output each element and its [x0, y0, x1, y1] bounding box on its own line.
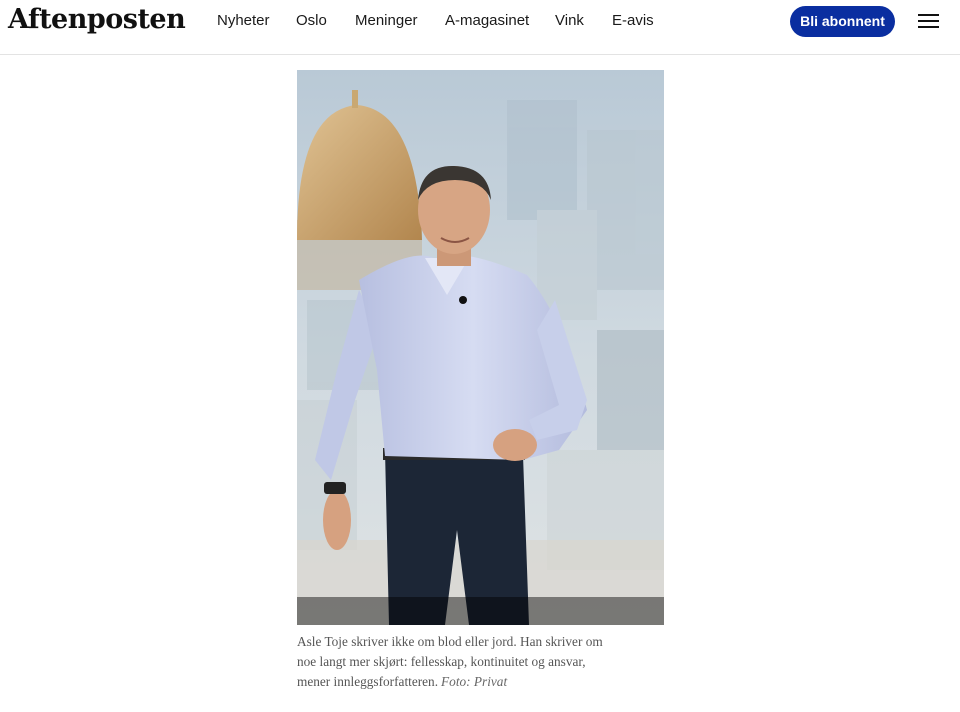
subscribe-button[interactable]: Bli abonnent — [790, 6, 895, 37]
nav-item-oslo[interactable]: Oslo — [296, 12, 327, 30]
caption-line: Asle Toje skriver ikke om blod eller jor… — [297, 634, 603, 649]
photo-credit: Foto: Privat — [441, 674, 508, 689]
hamburger-menu-icon[interactable] — [918, 13, 939, 29]
aftenposten-logo[interactable]: Aftenposten — [8, 3, 186, 37]
photo-caption: Asle Toje skriver ikke om blod eller jor… — [297, 632, 667, 692]
nav-item-e-avis[interactable]: E-avis — [612, 12, 654, 30]
caption-line: noe langt mer skjørt: fellesskap, kontin… — [297, 654, 586, 669]
photo-illustration — [297, 70, 664, 625]
article-photo — [297, 70, 664, 625]
nav-item-nyheter[interactable]: Nyheter — [217, 12, 270, 30]
nav-item-a-magasinet[interactable]: A-magasinet — [445, 12, 529, 30]
caption-line: mener innleggsforfatteren. Foto: Privat — [297, 672, 667, 692]
nav-item-meninger[interactable]: Meninger — [355, 12, 418, 30]
caption-text: mener innleggsforfatteren. — [297, 674, 439, 689]
nav-item-vink[interactable]: Vink — [555, 12, 584, 30]
site-header: Aftenposten Nyheter Oslo Meninger A-maga… — [0, 0, 960, 55]
